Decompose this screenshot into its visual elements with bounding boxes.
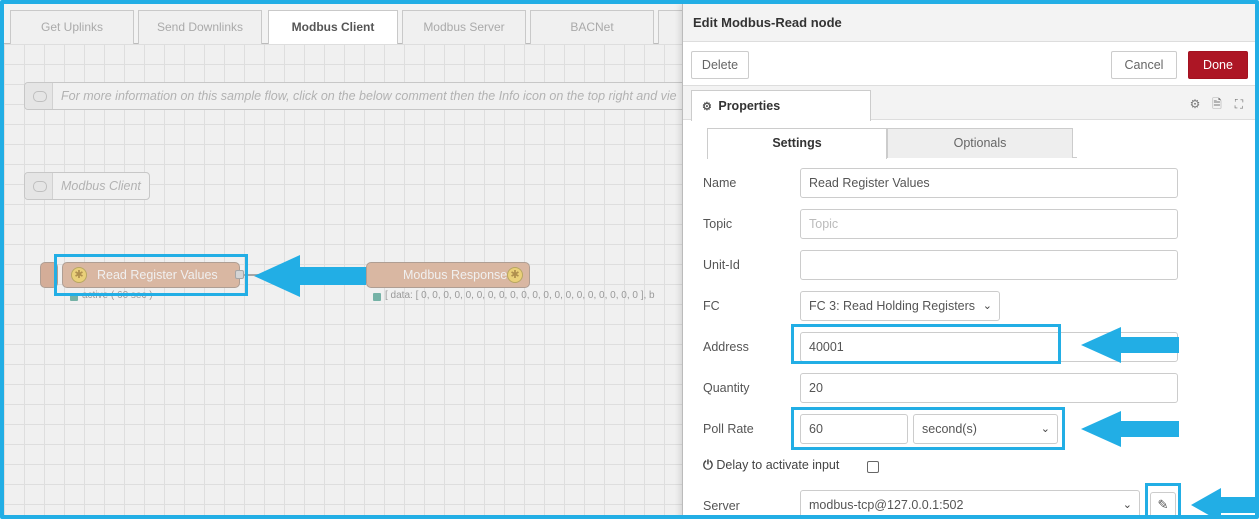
done-button[interactable]: Done bbox=[1188, 51, 1248, 79]
arrow-left-icon bbox=[1081, 327, 1179, 363]
name-label: Name bbox=[703, 176, 737, 190]
power-icon: ⏻ bbox=[703, 458, 713, 472]
fc-label: FC bbox=[703, 299, 720, 313]
topic-label: Topic bbox=[703, 217, 733, 231]
server-select[interactable]: modbus-tcp@127.0.0.1:502 ⌄ bbox=[800, 490, 1140, 515]
poll-rate-highlight-box bbox=[791, 407, 1065, 450]
poll-rate-label: Poll Rate bbox=[703, 422, 754, 436]
appearance-frame-icon[interactable]: ⛶ bbox=[1231, 96, 1247, 112]
properties-tab-row: ⚙ Properties ⚙ 🗎 ⛶ bbox=[683, 86, 1255, 121]
delete-button[interactable]: Delete bbox=[691, 51, 749, 79]
arrow-left-icon bbox=[1191, 488, 1255, 515]
properties-tab-label: Properties bbox=[718, 99, 781, 113]
fc-select[interactable]: FC 3: Read Holding Registers ⌄ bbox=[800, 291, 1000, 321]
panel-title: Edit Modbus-Read node bbox=[683, 4, 1255, 42]
tab-optionals[interactable]: Optionals bbox=[887, 128, 1073, 158]
unit-id-label: Unit-Id bbox=[703, 258, 740, 272]
fc-select-value: FC 3: Read Holding Registers bbox=[809, 299, 976, 313]
server-label: Server bbox=[703, 499, 740, 513]
name-field[interactable] bbox=[800, 168, 1178, 198]
panel-toolbar: Delete Cancel Done bbox=[683, 42, 1255, 86]
description-doc-icon[interactable]: 🗎 bbox=[1209, 96, 1225, 112]
delay-checkbox[interactable] bbox=[867, 461, 879, 473]
edit-node-panel: Edit Modbus-Read node Delete Cancel Done… bbox=[682, 4, 1255, 515]
edit-server-highlight-box bbox=[1145, 483, 1181, 515]
address-highlight-box bbox=[791, 324, 1061, 364]
topic-field[interactable] bbox=[800, 209, 1178, 239]
address-label: Address bbox=[703, 340, 749, 354]
unit-id-field[interactable] bbox=[800, 250, 1178, 280]
server-select-value: modbus-tcp@127.0.0.1:502 bbox=[809, 498, 964, 512]
quantity-label: Quantity bbox=[703, 381, 750, 395]
chevron-down-icon: ⌄ bbox=[982, 300, 992, 312]
chevron-down-icon: ⌄ bbox=[1122, 499, 1132, 511]
delay-label-text: Delay to activate input bbox=[716, 458, 840, 472]
arrow-left-icon bbox=[254, 255, 366, 297]
read-node-highlight-box bbox=[54, 254, 248, 296]
arrow-left-icon bbox=[1081, 411, 1179, 447]
cancel-button[interactable]: Cancel bbox=[1111, 51, 1177, 79]
flow-workspace: Get Uplinks Send Downlinks Modbus Client… bbox=[4, 4, 682, 515]
quantity-field[interactable] bbox=[800, 373, 1178, 403]
settings-subtabs: Settings Optionals bbox=[707, 128, 1077, 159]
delay-label: ⏻ Delay to activate input bbox=[703, 458, 839, 473]
tab-settings[interactable]: Settings bbox=[707, 128, 887, 159]
screenshot-frame: Get Uplinks Send Downlinks Modbus Client… bbox=[0, 0, 1259, 519]
tab-properties[interactable]: ⚙ Properties bbox=[691, 90, 871, 121]
settings-gear-icon[interactable]: ⚙ bbox=[1187, 96, 1203, 112]
gear-icon: ⚙ bbox=[702, 101, 712, 113]
